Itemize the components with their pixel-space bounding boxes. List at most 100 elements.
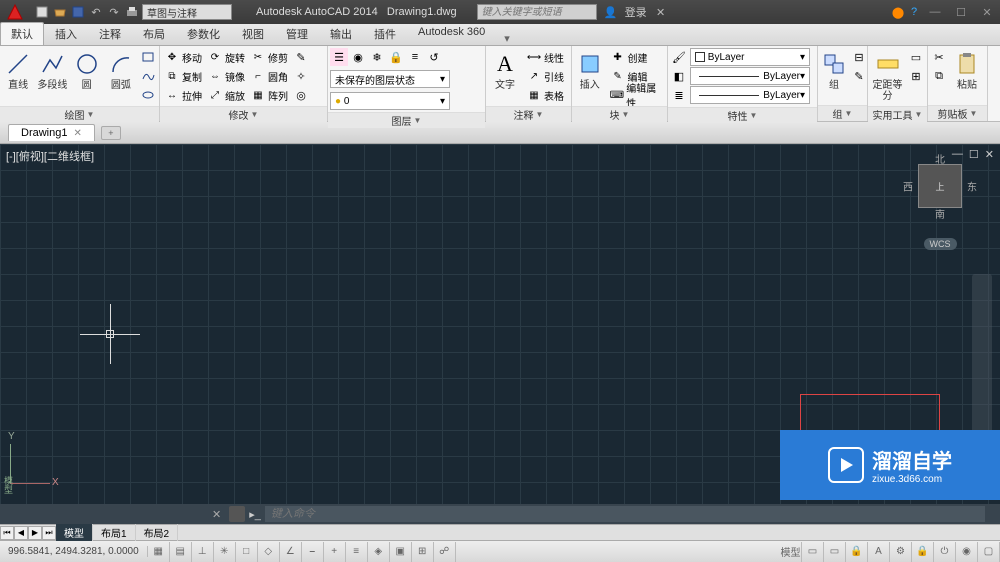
undo-icon[interactable]: ↶ [88,4,104,20]
lineweight-dropdown[interactable]: ByLayer▾ [690,67,810,85]
viewcube-north[interactable]: 北 [935,151,945,166]
viewcube[interactable]: 上 北 南 东 西 WCS [900,164,980,250]
layerprop-icon[interactable]: ☰ [330,48,348,66]
mirror-button[interactable]: ⇔镜像 [205,67,247,85]
viewcube-west[interactable]: 西 [903,179,913,194]
help-search-input[interactable] [477,4,597,20]
layerfreeze-icon[interactable]: ❄ [368,48,386,66]
array-button[interactable]: ▦阵列 [248,86,290,104]
gridmode-icon[interactable]: ▤ [170,542,192,562]
redo-icon[interactable]: ↷ [106,4,122,20]
erase-icon[interactable]: ✎ [292,48,310,66]
ribbon-tab-8[interactable]: 插件 [363,22,407,45]
layout-nav-prev[interactable]: ◀ [14,526,28,540]
viewport-label[interactable]: [-][俯视][二维线框] [6,148,94,164]
am-icon[interactable]: ☍ [434,542,456,562]
tpy-icon[interactable]: ◈ [368,542,390,562]
exchange-icon[interactable]: ✕ [653,4,669,20]
ribbon-tab-2[interactable]: 注释 [88,22,132,45]
layout-nav-next[interactable]: ▶ [28,526,42,540]
layer-state-dropdown[interactable]: 未保存的图层状态▾ [330,70,450,88]
text-button[interactable]: A 文字 [488,48,522,93]
circle-button[interactable]: 圆 [71,48,103,93]
block-create-button[interactable]: ✚创建 [608,48,665,66]
color-dropdown[interactable]: ByLayer▾ [690,48,810,66]
layermatch-icon[interactable]: ≡ [406,48,424,66]
line-button[interactable]: 直线 [2,48,34,93]
group-button[interactable]: 组 [820,48,848,93]
arc-button[interactable]: 圆弧 [105,48,137,93]
print-icon[interactable] [124,4,140,20]
ellipse-icon[interactable] [139,86,157,104]
viewcube-top[interactable]: 上 [935,180,944,193]
polar-icon[interactable]: ✳ [214,542,236,562]
snapmode-icon[interactable]: ▦ [148,542,170,562]
polyline-button[interactable]: 多段线 [36,48,68,93]
info-icon[interactable]: ⬤ [890,4,906,20]
ribbon-tab-1[interactable]: 插入 [44,22,88,45]
vp-close-button[interactable]: ✕ [985,148,994,161]
copy-button[interactable]: ⧉复制 [162,67,204,85]
explode-icon[interactable]: ✧ [292,67,310,85]
layerlock-icon[interactable]: 🔒 [387,48,405,66]
move-button[interactable]: ✥移动 [162,48,204,66]
colorprop-icon[interactable]: ◧ [670,67,688,85]
qv-layouts-icon[interactable]: ▭ [802,542,824,562]
user-icon[interactable]: 👤 [603,4,619,20]
otrack-icon[interactable]: ∠ [280,542,302,562]
fillet-button[interactable]: ⌐圆角 [248,67,290,85]
stretch-button[interactable]: ↔拉伸 [162,86,204,104]
ribbon-tab-9[interactable]: Autodesk 360 [407,22,496,45]
isolate-icon[interactable]: ◉ [956,542,978,562]
layout-nav-first[interactable]: ⏮ [0,526,14,540]
wcs-badge[interactable]: WCS [924,238,957,250]
ribbon-tab-7[interactable]: 输出 [319,22,363,45]
workspace-dropdown[interactable] [142,4,232,20]
spline-icon[interactable] [139,67,157,85]
offset-icon[interactable]: ◎ [292,86,310,104]
layout-tab-2[interactable]: 布局2 [136,524,179,541]
trim-button[interactable]: ✂修剪 [248,48,290,66]
scale-button[interactable]: ⤢缩放 [205,86,247,104]
tab-expand-icon[interactable]: ▾ [504,32,510,45]
vp-minimize-button[interactable]: — [952,148,963,161]
layer-name-dropdown[interactable]: ● 0▾ [330,92,450,110]
cmdline-menu-icon[interactable] [229,506,245,522]
drawing-viewport[interactable]: [-][俯视][二维线框] — ☐ ✕ Y X 上 北 南 东 西 WCS 溜溜… [0,144,1000,504]
save-icon[interactable] [70,4,86,20]
ws-switch-icon[interactable]: ⚙ [890,542,912,562]
layeroff-icon[interactable]: ◉ [349,48,367,66]
ribbon-tab-5[interactable]: 视图 [231,22,275,45]
measure-button[interactable]: 定距等分 [870,48,905,104]
leader-button[interactable]: ↗引线 [524,67,566,85]
vp-maximize-button[interactable]: ☐ [969,148,979,161]
ribbon-tab-3[interactable]: 布局 [132,22,176,45]
table-button[interactable]: ▦表格 [524,86,566,104]
modelspace-icon[interactable]: 模型 [780,542,802,562]
cmdline-close-icon[interactable]: ✕ [208,508,225,521]
qp-icon[interactable]: ▣ [390,542,412,562]
3dosnap-icon[interactable]: ◇ [258,542,280,562]
layout-tab-model[interactable]: 模型 [56,524,93,541]
rotate-button[interactable]: ⟳旋转 [205,48,247,66]
lwt-icon[interactable]: ≡ [346,542,368,562]
paste-button[interactable]: 粘贴 [950,48,984,93]
cut-icon[interactable]: ✂ [930,48,948,66]
copy-clip-icon[interactable]: ⧉ [930,67,948,85]
close-button[interactable]: ✕ [974,3,1000,21]
new-icon[interactable] [34,4,50,20]
coordinates-readout[interactable]: 996.5841, 2494.3281, 0.0000 [0,546,148,557]
layout-nav-last[interactable]: ⏭ [42,526,56,540]
toolbar-lock-icon[interactable]: 🔒 [912,542,934,562]
login-label[interactable]: 登录 [619,4,653,20]
ribbon-tab-4[interactable]: 参数化 [176,22,231,45]
file-tab-drawing1[interactable]: Drawing1 ✕ [8,124,95,141]
viewcube-east[interactable]: 东 [967,179,977,194]
ducs-icon[interactable]: ⎯ [302,542,324,562]
minimize-button[interactable]: — [922,3,948,21]
new-file-tab-button[interactable]: + [101,126,121,140]
ribbon-tab-0[interactable]: 默认 [0,22,44,45]
layout-tab-1[interactable]: 布局1 [93,524,136,541]
insert-block-button[interactable]: 插入 [574,48,606,93]
qv-drawings-icon[interactable]: ▭ [824,542,846,562]
